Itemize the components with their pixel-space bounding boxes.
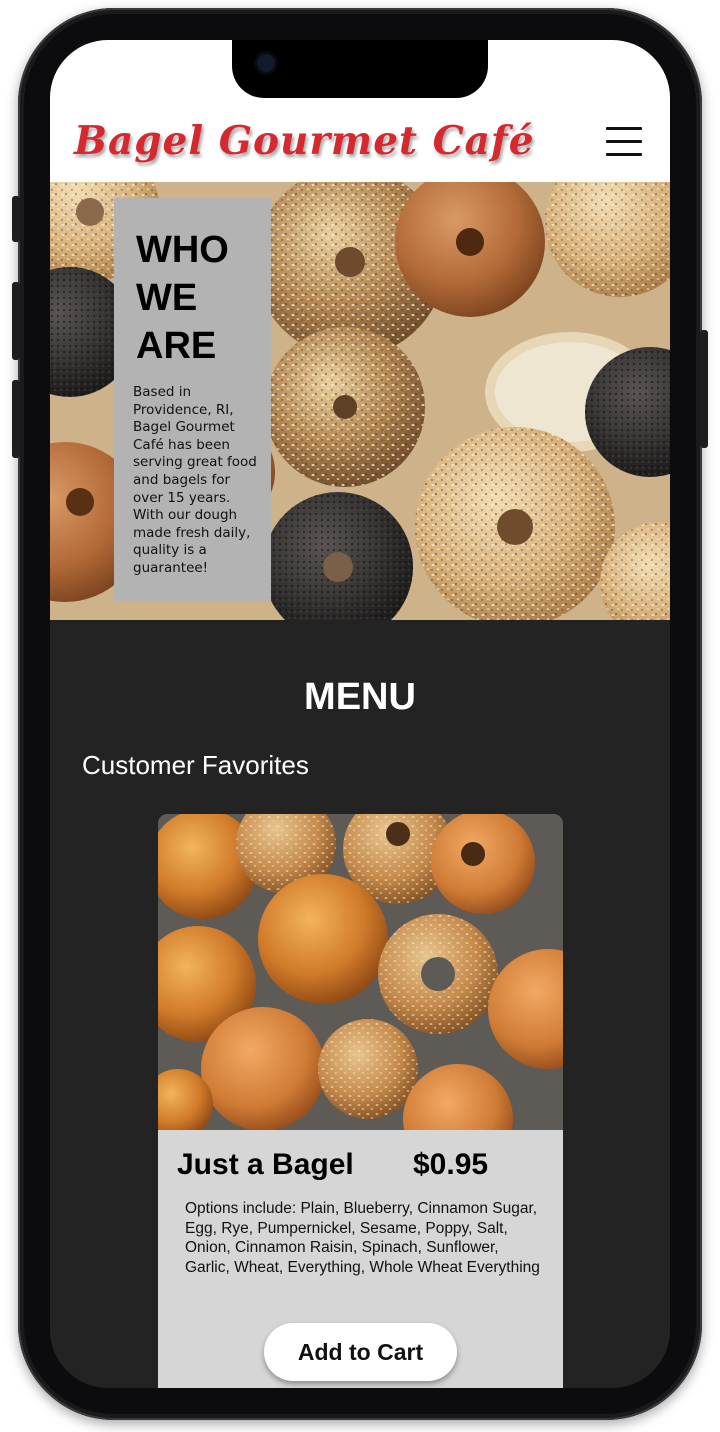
who-we-are-body: Based in Providence, RI, Bagel Gourmet C… [133, 384, 257, 576]
phone-silent-switch [12, 196, 20, 242]
menu-item-card: Just a Bagel $0.95 Options include: Plai… [158, 814, 563, 1388]
phone-volume-down [12, 380, 20, 458]
who-we-are-box: WHO WE ARE Based in Providence, RI, Bage… [114, 198, 271, 601]
who-we-are-heading: WHO WE ARE [136, 226, 246, 370]
menu-heading: MENU [304, 676, 416, 718]
phone-volume-up [12, 282, 20, 360]
item-description: Options include: Plain, Blueberry, Cinna… [185, 1200, 540, 1276]
front-camera [257, 54, 275, 72]
item-price: $0.95 [413, 1148, 489, 1181]
bagel-product-image [158, 814, 563, 1130]
add-to-cart-button[interactable]: Add to Cart [264, 1323, 457, 1381]
phone-screen: Bagel Gourmet Café WHO WE ARE Based in P… [50, 40, 670, 1388]
site-logo[interactable]: Bagel Gourmet Café [74, 118, 535, 164]
phone-power-button [700, 330, 708, 448]
hamburger-menu-icon[interactable] [606, 127, 642, 157]
who-we-are-heading-text: WHO WE ARE [136, 229, 229, 367]
hero-section: WHO WE ARE Based in Providence, RI, Bage… [50, 182, 670, 620]
item-name: Just a Bagel [177, 1148, 354, 1181]
customer-favorites-heading: Customer Favorites [82, 750, 309, 780]
